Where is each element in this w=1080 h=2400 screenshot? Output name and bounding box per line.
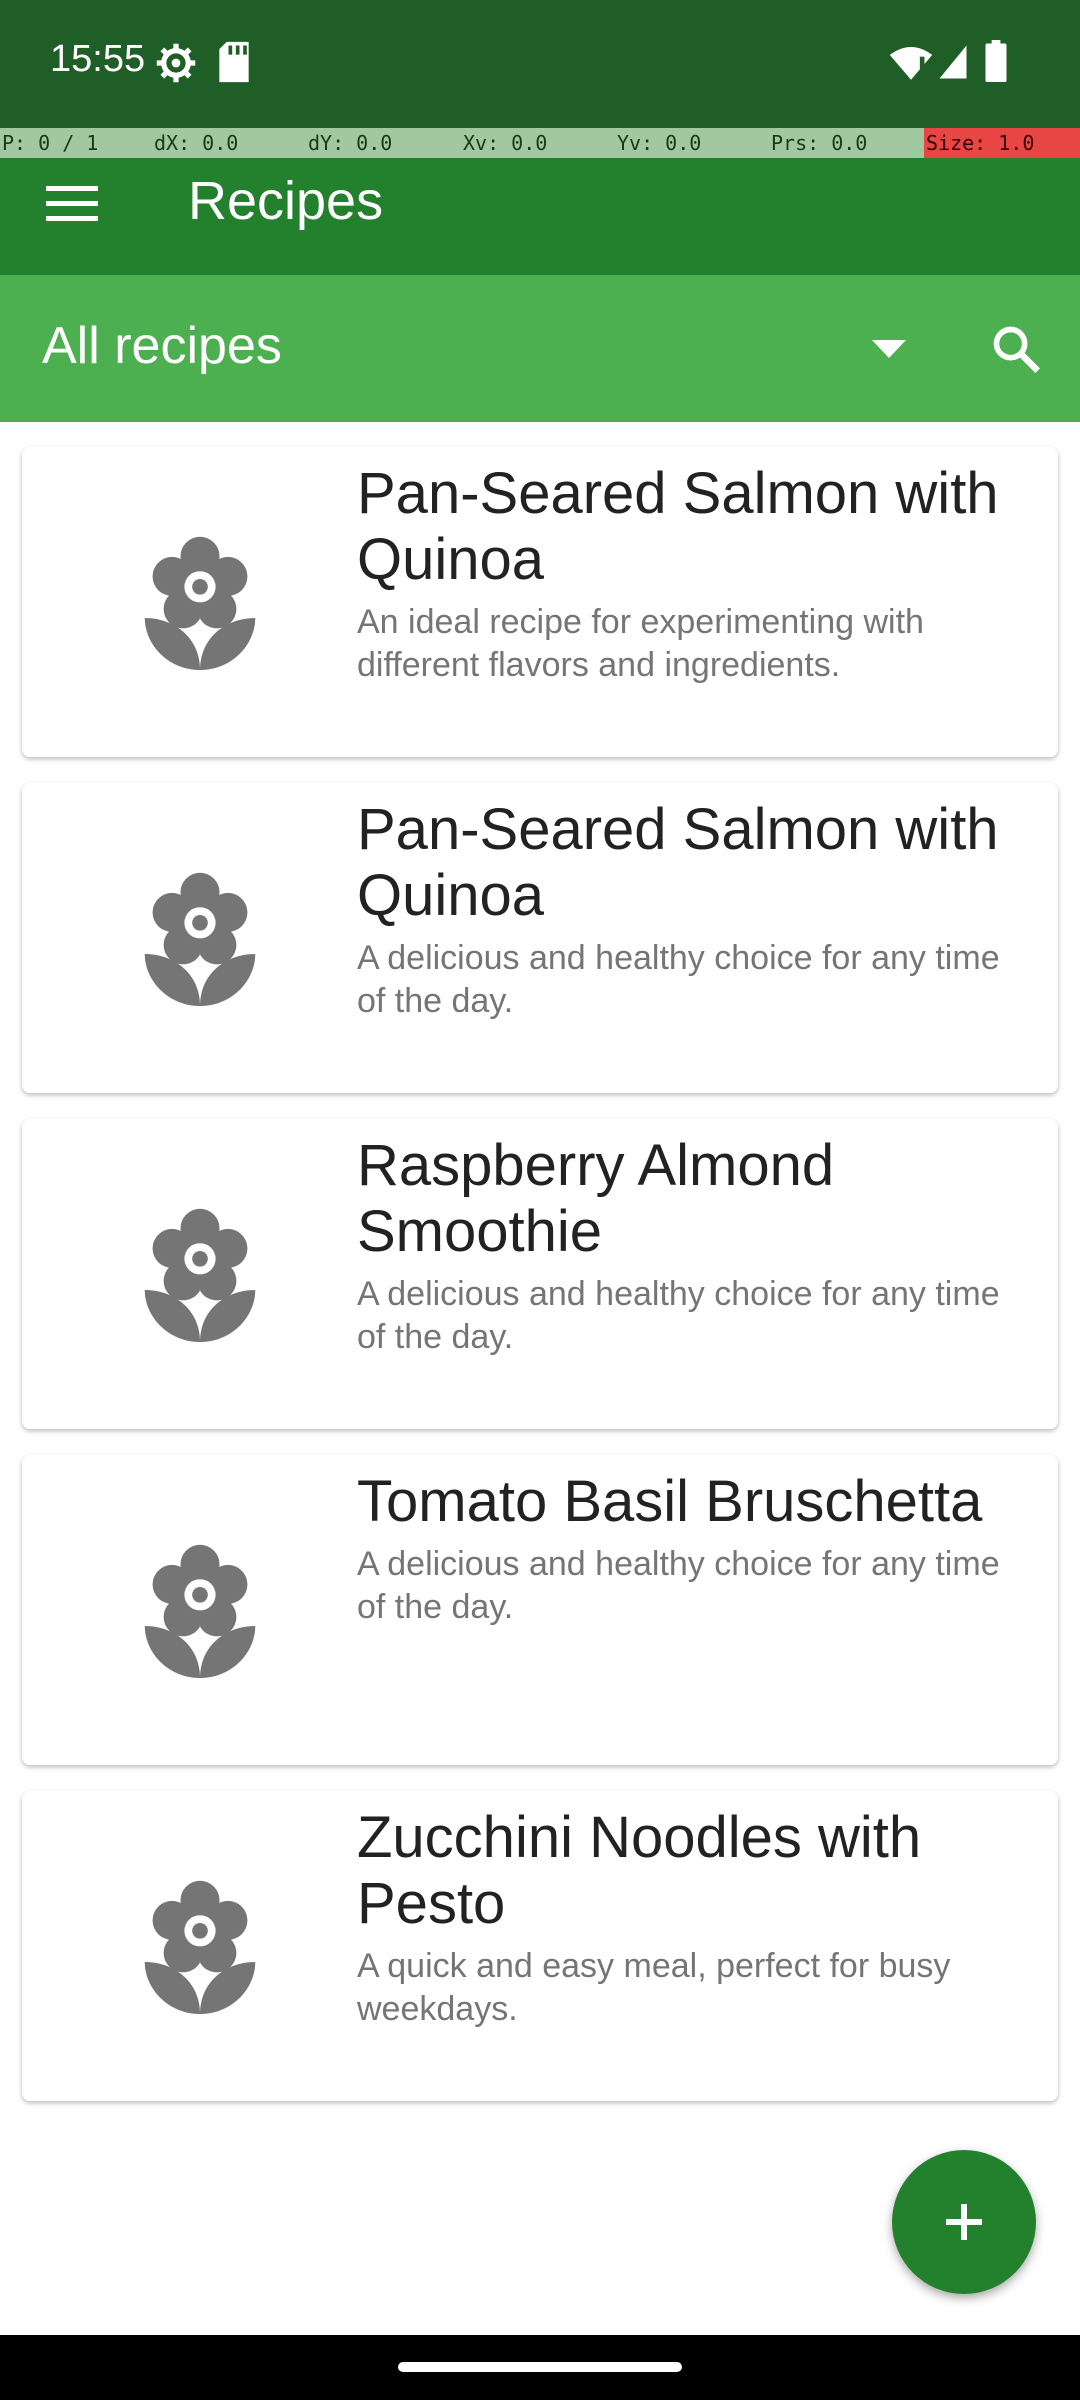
flower-icon [144, 1544, 256, 1678]
hamburger-menu-icon[interactable] [46, 184, 98, 224]
status-time: 15:55 [50, 38, 146, 80]
recipe-title: Tomato Basil Bruschetta [357, 1469, 983, 1534]
recipe-description: A delicious and healthy choice for any t… [357, 939, 1000, 1020]
plus-icon [946, 2204, 982, 2240]
debug-size-label: Size: 1.0 [926, 131, 1035, 155]
home-gesture-handle[interactable] [398, 2362, 682, 2372]
flower-icon [144, 872, 256, 1006]
wifi-icon [889, 46, 933, 80]
recipe-filter-dropdown[interactable]: All recipes [42, 316, 282, 376]
recipe-title: Zucchini Noodles with Pesto [357, 1805, 922, 1936]
pointer-debug-bar: P: 0 / 1 dX: 0.0 dY: 0.0 Xv: 0.0 Yv: 0.0… [0, 128, 1080, 158]
search-button[interactable] [970, 305, 1062, 393]
flower-icon [144, 1208, 256, 1342]
flower-icon [144, 536, 256, 670]
battery-icon [985, 40, 1007, 82]
recipe-description: An ideal recipe for experimenting with d… [357, 603, 924, 684]
debug-yv: Yv: 0.0 [617, 131, 702, 155]
page-title: Recipes [188, 171, 384, 231]
app-bar [0, 158, 1080, 275]
debug-pointer: P: 0 / 1 [2, 131, 99, 155]
recipe-title: Pan-Seared Salmon with Quinoa [357, 461, 999, 592]
add-recipe-button[interactable] [892, 2150, 1036, 2294]
recipe-description: A quick and easy meal, perfect for busy … [357, 1947, 951, 2028]
recipe-card[interactable]: Tomato Basil Bruschetta A delicious and … [22, 1455, 1058, 1765]
search-icon [993, 326, 1040, 373]
debug-prs: Prs: 0.0 [771, 131, 868, 155]
sd-card-icon [219, 41, 249, 83]
status-bar: 15:55 [0, 0, 1080, 128]
debug-size: Size: 1.0 [924, 128, 1080, 158]
recipe-title: Raspberry Almond Smoothie [357, 1133, 835, 1264]
recipe-title: Pan-Seared Salmon with Quinoa [357, 797, 999, 928]
recipe-description: A delicious and healthy choice for any t… [357, 1545, 1000, 1626]
recipe-card[interactable]: Pan-Seared Salmon with Quinoa A deliciou… [22, 783, 1058, 1093]
recipe-card[interactable]: Zucchini Noodles with Pesto A quick and … [22, 1791, 1058, 2101]
signal-icon [939, 45, 967, 79]
gear-icon [156, 43, 196, 83]
debug-dx: dX: 0.0 [154, 131, 239, 155]
dropdown-arrow-icon[interactable] [872, 340, 906, 360]
flower-icon [144, 1880, 256, 2014]
recipe-card[interactable]: Pan-Seared Salmon with Quinoa An ideal r… [22, 447, 1058, 757]
debug-xv: Xv: 0.0 [463, 131, 548, 155]
recipe-description: A delicious and healthy choice for any t… [357, 1275, 1000, 1356]
debug-dy: dY: 0.0 [308, 131, 393, 155]
recipe-card[interactable]: Raspberry Almond Smoothie A delicious an… [22, 1119, 1058, 1429]
